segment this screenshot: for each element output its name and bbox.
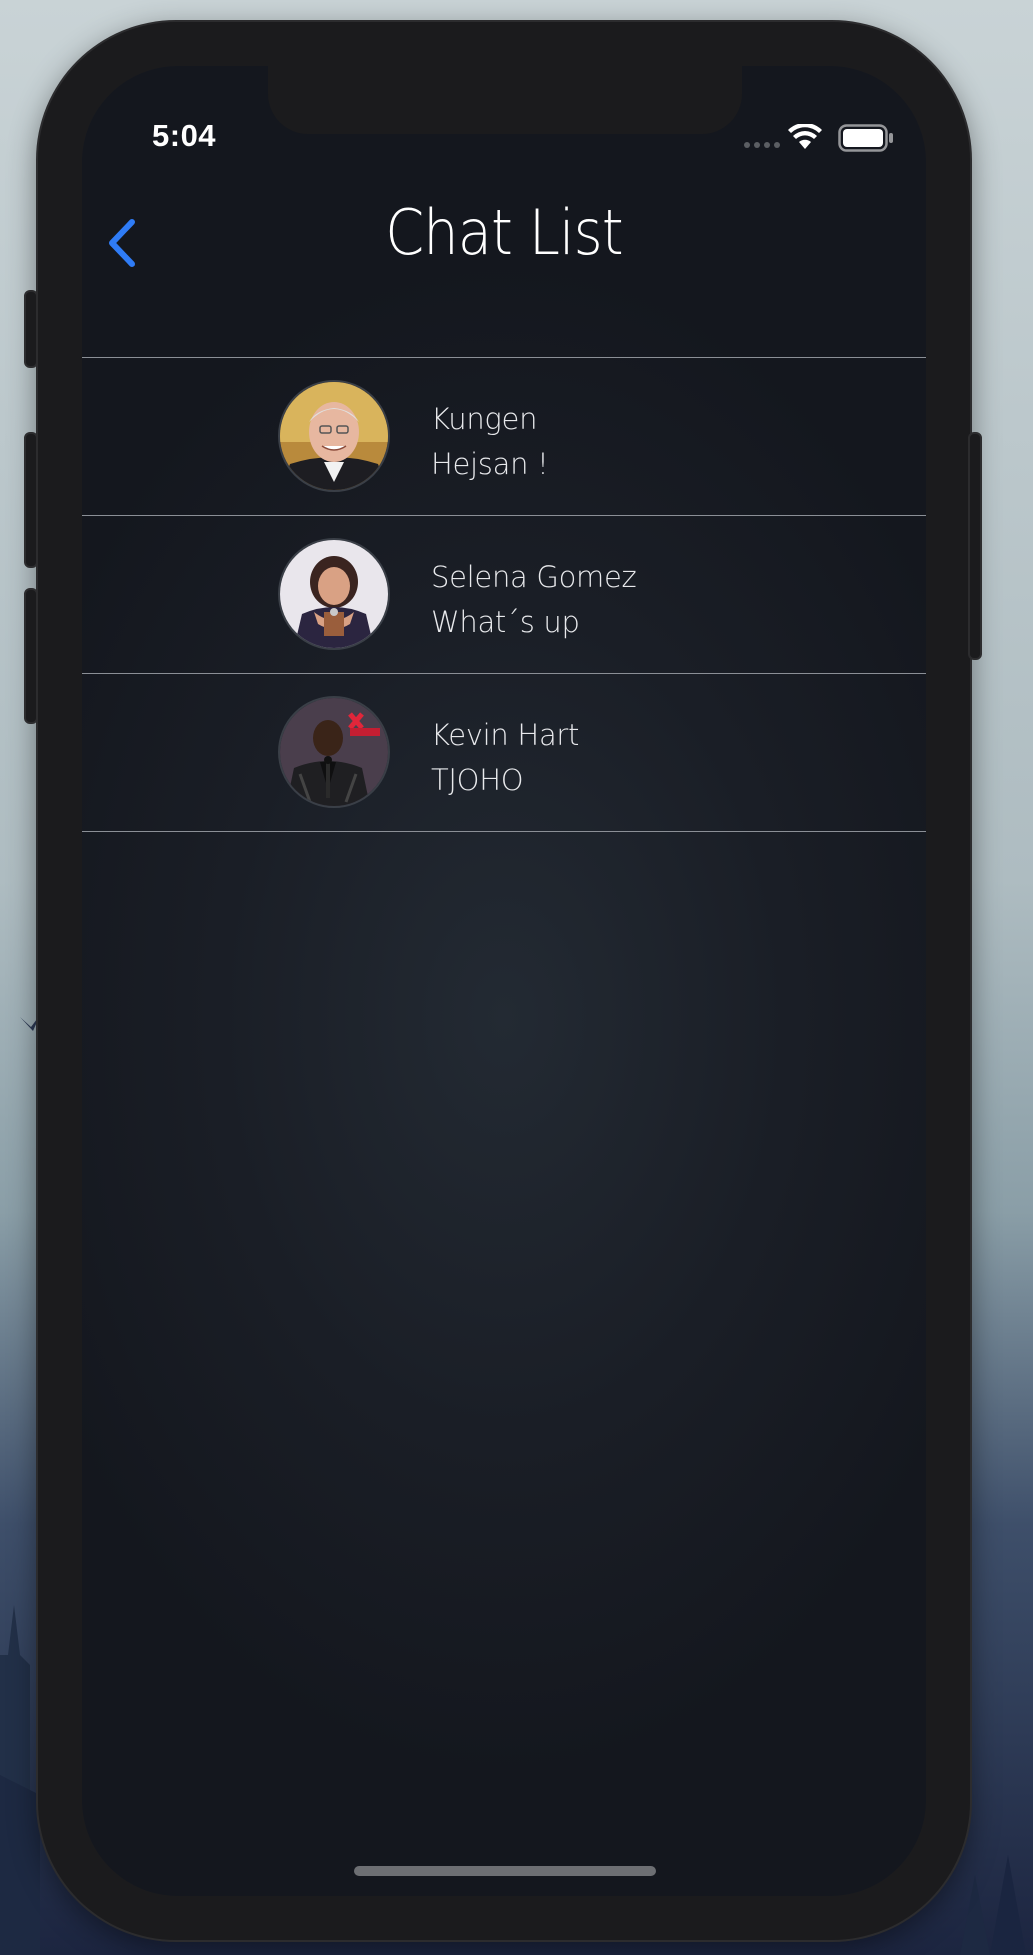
power-button [968, 432, 982, 660]
chat-name: Selena Gomez [431, 560, 637, 594]
status-time: 5:04 [152, 118, 217, 153]
phone-screen: 5:04 Chat List Kungen Hejsan ! Selena Go… [82, 66, 926, 1896]
cellular-signal-icon [744, 142, 780, 148]
chat-row[interactable]: Selena Gomez What´s up [82, 516, 926, 674]
chat-last-message: Hejsan ! [431, 447, 549, 481]
phone-frame: 5:04 Chat List Kungen Hejsan ! Selena Go… [24, 22, 982, 1940]
chat-name: Kungen [431, 402, 538, 436]
wifi-icon [788, 124, 822, 149]
volume-up-button [24, 432, 38, 568]
chat-row[interactable]: Kungen Hejsan ! [82, 358, 926, 516]
avatar [278, 696, 390, 808]
battery-icon [838, 124, 893, 152]
chat-last-message: What´s up [431, 605, 580, 639]
page-title: Chat List [385, 196, 623, 269]
chat-last-message: TJOHO [431, 763, 524, 797]
volume-down-button [24, 588, 38, 724]
avatar [278, 380, 390, 492]
mute-switch [24, 290, 38, 368]
home-indicator[interactable] [354, 1866, 656, 1876]
avatar [278, 538, 390, 650]
chat-name: Kevin Hart [431, 718, 580, 752]
notch [268, 66, 742, 134]
chat-row[interactable]: Kevin Hart TJOHO [82, 674, 926, 832]
chat-list: Kungen Hejsan ! Selena Gomez What´s up K… [82, 357, 926, 832]
